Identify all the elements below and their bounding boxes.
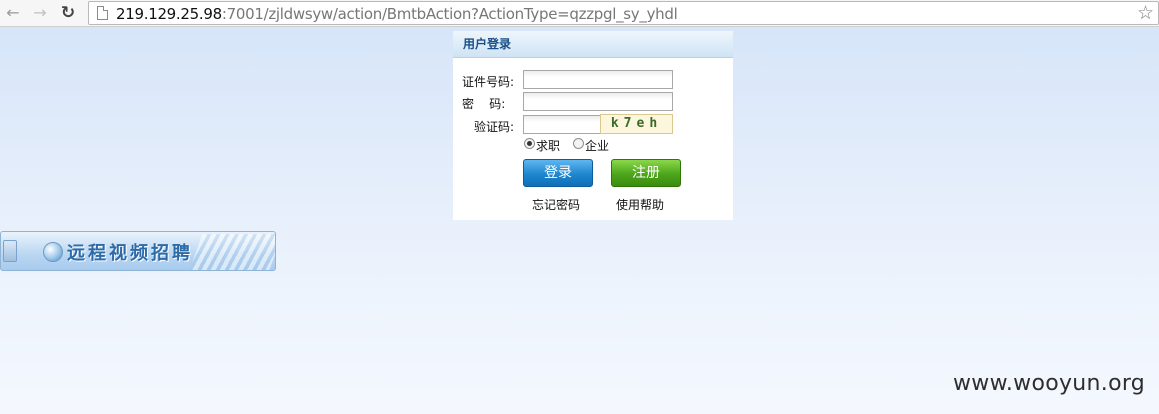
password-label: 密 码: xyxy=(462,97,506,111)
captcha-input[interactable] xyxy=(523,115,601,134)
banner-text: 远程视频招聘 xyxy=(67,243,193,264)
address-bar[interactable]: 219.129.25.98:7001/zjldwsyw/action/BmtbA… xyxy=(88,1,1159,25)
watermark-text: www.wooyun.org xyxy=(953,371,1146,396)
remote-video-recruitment-banner[interactable]: 远程视频招聘 xyxy=(0,231,276,271)
help-link[interactable]: 使用帮助 xyxy=(616,196,664,213)
captcha-label: 验证码: xyxy=(474,120,515,134)
browser-toolbar: ← → ↻ 219.129.25.98:7001/zjldwsyw/action… xyxy=(0,0,1159,27)
radio-job-seeker-label: 求职 xyxy=(536,139,561,153)
url-path: :7001/zjldwsyw/action/BmtbAction?ActionT… xyxy=(221,5,678,23)
page-icon xyxy=(97,6,108,20)
login-button[interactable]: 登录 xyxy=(523,159,593,187)
radio-job-seeker[interactable] xyxy=(524,138,535,149)
id-number-input[interactable] xyxy=(523,70,673,89)
radio-enterprise[interactable] xyxy=(573,138,584,149)
keyboard-graphic xyxy=(189,234,275,270)
captcha-image[interactable]: k7eh xyxy=(600,114,673,134)
reload-icon[interactable]: ↻ xyxy=(58,3,78,23)
back-arrow-icon[interactable]: ← xyxy=(3,3,23,23)
bookmark-star-icon[interactable]: ☆ xyxy=(1137,2,1154,24)
register-button[interactable]: 注册 xyxy=(611,159,681,187)
login-title: 用户登录 xyxy=(463,37,512,51)
login-panel-header: 用户登录 xyxy=(453,31,733,58)
id-number-label: 证件号码: xyxy=(462,75,515,89)
forgot-password-link[interactable]: 忘记密码 xyxy=(532,196,580,213)
url-host: 219.129.25.98 xyxy=(116,5,222,23)
password-input[interactable] xyxy=(523,92,673,111)
forward-arrow-icon[interactable]: → xyxy=(30,3,50,23)
radio-enterprise-label: 企业 xyxy=(585,139,610,153)
monitor-icon xyxy=(3,240,17,262)
url-text[interactable]: 219.129.25.98:7001/zjldwsyw/action/BmtbA… xyxy=(116,3,678,25)
globe-icon xyxy=(43,242,63,262)
